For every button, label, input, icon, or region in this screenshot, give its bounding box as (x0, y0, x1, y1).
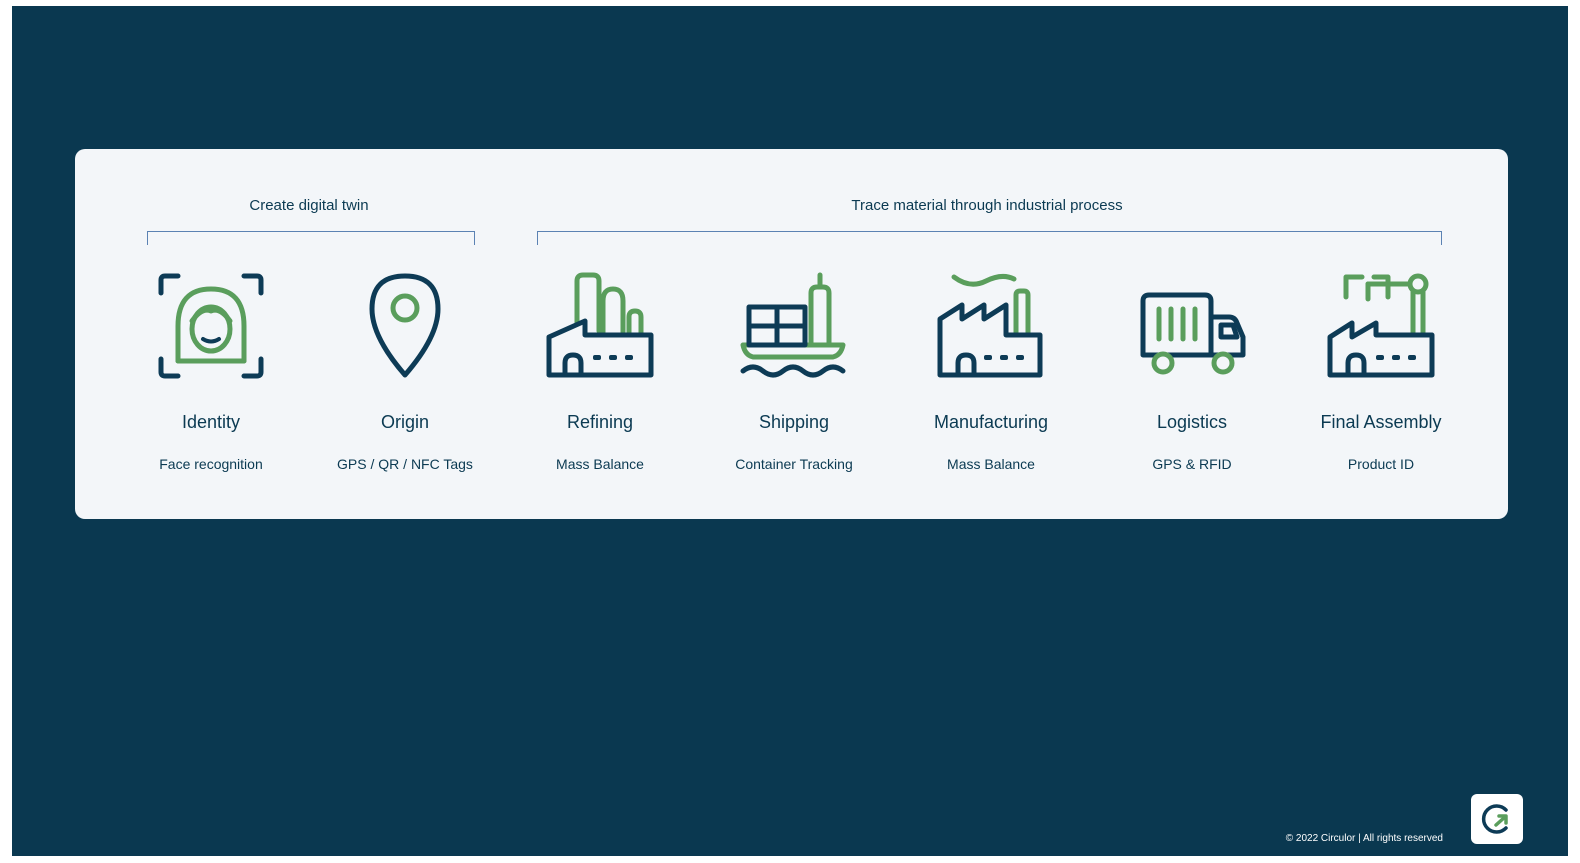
bracket-trace-material (537, 231, 1442, 245)
step-title: Origin (380, 412, 429, 432)
circulor-logo (1471, 794, 1523, 844)
step-origin: Origin GPS / QR / NFC Tags (310, 271, 500, 472)
step-logistics: Logistics GPS & RFID (1097, 271, 1287, 472)
truck-icon (1140, 292, 1246, 375)
step-title: Identity (181, 412, 241, 432)
container-ship-icon (740, 272, 846, 378)
step-manufacturing: Manufacturing Mass Balance (896, 271, 1086, 472)
bracket-digital-twin (147, 231, 475, 245)
step-title: Refining (566, 412, 634, 432)
circulor-logo-icon (1481, 804, 1508, 834)
robot-arm-factory-icon (1327, 273, 1435, 378)
step-subtitle: GPS / QR / NFC Tags (337, 456, 473, 472)
group-label-trace-material: Trace material through industrial proces… (851, 197, 1123, 214)
step-identity: Identity Face recognition (116, 271, 306, 472)
group-label-digital-twin: Create digital twin (249, 197, 369, 214)
step-subtitle: Face recognition (159, 456, 263, 472)
step-title: Manufacturing (933, 412, 1049, 432)
step-title: Shipping (758, 412, 830, 432)
face-scan-icon (158, 273, 264, 379)
slide: Create digital twin Trace material throu… (12, 6, 1568, 856)
step-final-assembly: Final Assembly Product ID (1286, 271, 1476, 472)
step-subtitle: Mass Balance (556, 456, 644, 472)
step-subtitle: Product ID (1347, 456, 1415, 472)
step-subtitle: Mass Balance (947, 456, 1035, 472)
step-shipping: Shipping Container Tracking (699, 271, 889, 472)
copyright-text: © 2022 Circulor | All rights reserved (1285, 833, 1443, 844)
step-subtitle: Container Tracking (735, 456, 853, 472)
step-title: Logistics (1156, 412, 1228, 432)
step-refining: Refining Mass Balance (505, 271, 695, 472)
location-pin-icon (369, 273, 441, 378)
factory-icon (937, 273, 1043, 378)
refinery-icon (546, 272, 654, 378)
step-title: Final Assembly (1320, 412, 1442, 432)
process-card: Create digital twin Trace material throu… (75, 149, 1508, 519)
step-subtitle: GPS & RFID (1152, 456, 1232, 472)
